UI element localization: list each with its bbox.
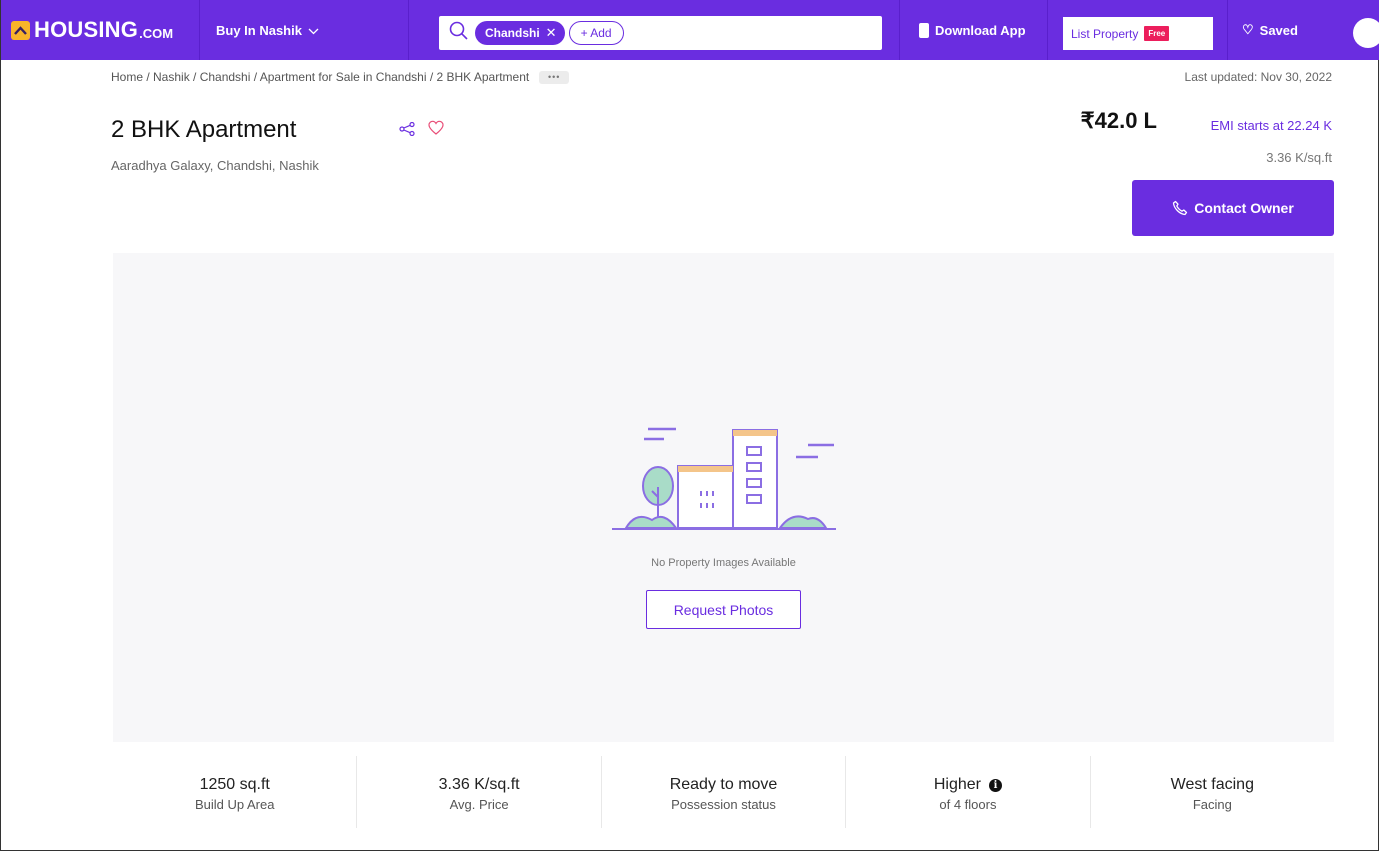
download-app-label: Download App [935, 22, 1026, 38]
search-chip-label: Chandshi [485, 26, 540, 40]
breadcrumb-text[interactable]: Home / Nashik / Chandshi / Apartment for… [111, 70, 529, 84]
stat-value: Ready to move [669, 776, 778, 793]
building-illustration-icon [612, 427, 836, 530]
stat-value-wrapper: Higher i [934, 776, 1002, 794]
request-photos-button[interactable]: Request Photos [646, 590, 801, 629]
stat-build-up-area: 1250 sq.ft Build Up Area [113, 756, 358, 828]
contact-owner-button[interactable]: Contact Owner [1132, 180, 1334, 236]
phone-icon [1173, 200, 1188, 216]
saved-label: Saved [1259, 22, 1298, 38]
info-icon[interactable]: i [988, 778, 1002, 792]
stat-avg-price: 3.36 K/sq.ft Avg. Price [357, 756, 602, 828]
property-stats: 1250 sq.ft Build Up Area 3.36 K/sq.ft Av… [113, 756, 1334, 828]
saved-button[interactable]: ♡ Saved [1242, 0, 1298, 60]
logo-mark-icon [11, 20, 30, 40]
city-select-label: Buy In Nashik [216, 22, 302, 38]
profile-menu-button[interactable] [1353, 18, 1379, 48]
list-property-label: List Property [1071, 26, 1139, 41]
list-property-button[interactable]: List Property Free [1063, 17, 1213, 50]
emi-link[interactable]: EMI starts at 22.24 K [1211, 118, 1332, 133]
stat-value: 1250 sq.ft [199, 776, 270, 793]
close-icon[interactable]: ✕ [546, 25, 557, 41]
city-select-dropdown[interactable]: Buy In Nashik [199, 0, 409, 60]
add-locality-button[interactable]: + Add [568, 21, 624, 45]
logo-suffix: .COM [139, 26, 174, 41]
housing-logo[interactable]: HOUSING .COM [11, 0, 199, 60]
logo-text: HOUSING [34, 17, 139, 42]
stat-label: Avg. Price [449, 797, 509, 812]
image-gallery-placeholder: No Property Images Available Request Pho… [113, 253, 1334, 742]
price: ₹42.0 L [1080, 108, 1157, 133]
search-chip[interactable]: Chandshi ✕ [475, 21, 565, 45]
download-app-button[interactable]: Download App [919, 0, 1026, 60]
property-address: Aaradhya Galaxy, Chandshi, Nashik [111, 158, 319, 173]
top-navbar: HOUSING .COM Buy In Nashik Chandshi ✕ + … [1, 0, 1379, 60]
no-images-text: No Property Images Available [651, 557, 796, 569]
stat-floor: Higher i of 4 floors [846, 756, 1091, 828]
last-updated-text: Last updated: Nov 30, 2022 [1184, 70, 1332, 84]
stat-label: of 4 floors [939, 797, 997, 812]
phone-icon [919, 22, 929, 38]
share-icon[interactable] [399, 121, 415, 141]
contact-owner-label: Contact Owner [1194, 200, 1294, 216]
search-bar[interactable]: Chandshi ✕ + Add [439, 16, 882, 50]
stat-label: Build Up Area [194, 797, 275, 812]
stat-possession-status: Ready to move Possession status [602, 756, 847, 828]
stat-value: Higher [933, 776, 981, 793]
price-per-sqft: 3.36 K/sq.ft [1266, 150, 1332, 165]
stat-label: Facing [1192, 797, 1232, 812]
stat-facing: West facing Facing [1091, 756, 1334, 828]
stat-value: 3.36 K/sq.ft [438, 776, 520, 793]
header-divider [899, 0, 900, 60]
search-icon[interactable] [449, 21, 469, 46]
free-badge: Free [1144, 26, 1170, 41]
page: HOUSING .COM Buy In Nashik Chandshi ✕ + … [0, 0, 1379, 851]
breadcrumb-more-button[interactable]: ••• [539, 70, 570, 84]
stat-label: Possession status [671, 797, 776, 812]
header-divider [1047, 0, 1048, 60]
heart-icon: ♡ [1242, 22, 1254, 37]
breadcrumb: Home / Nashik / Chandshi / Apartment for… [111, 70, 570, 84]
stat-value: West facing [1170, 776, 1254, 793]
header-divider [1227, 0, 1228, 60]
favorite-heart-icon[interactable] [428, 120, 444, 141]
chevron-down-icon [308, 23, 319, 38]
page-title: 2 BHK Apartment [111, 116, 297, 143]
